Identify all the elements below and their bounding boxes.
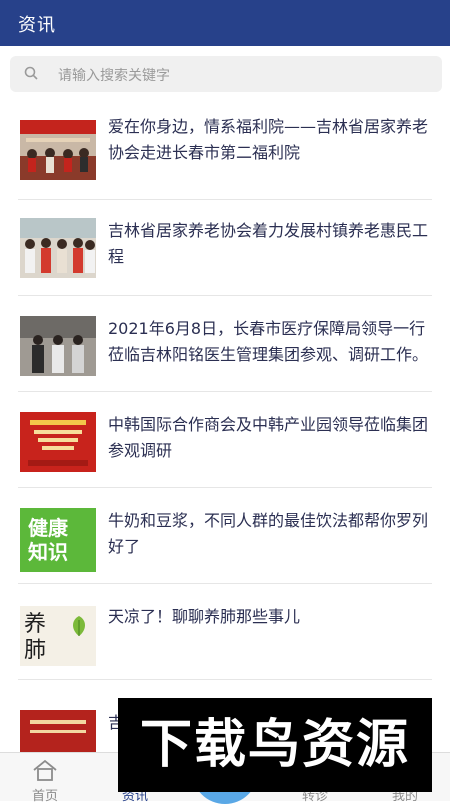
thumbnail-label: 健康知识 [28, 516, 68, 564]
news-title: 吉林省居家养老协会着力发展村镇养老惠民工程 [108, 221, 429, 266]
news-title: 2021年6月8日，长春市医疗保障局领导一行莅临吉林阳铭医生管理集团参观、调研工… [108, 319, 429, 364]
news-thumbnail [20, 218, 96, 278]
news-item[interactable]: 中韩国际合作商会及中韩产业园领导莅临集团参观调研 [0, 392, 450, 488]
news-title: 爱在你身边，情系福利院——吉林省居家养老协会走进长春市第二福利院 [108, 117, 429, 162]
app-header: 资讯 [0, 0, 450, 46]
home-icon [33, 759, 57, 781]
news-item[interactable]: 吉林省居家养老协会着力发展村镇养老惠民工程 [0, 200, 450, 296]
page-title: 资讯 [18, 15, 56, 36]
search-bar[interactable]: 请输入搜索关键字 [10, 56, 442, 92]
news-item[interactable]: 养肺 天凉了！聊聊养肺那些事儿 [0, 584, 450, 680]
tab-home[interactable]: 首页 [0, 753, 90, 804]
search-input[interactable]: 请输入搜索关键字 [58, 65, 170, 85]
news-thumbnail [20, 120, 96, 180]
news-item[interactable]: 2021年6月8日，长春市医疗保障局领导一行莅临吉林阳铭医生管理集团参观、调研工… [0, 296, 450, 392]
news-title: 牛奶和豆浆，不同人群的最佳饮法都帮你罗列好了 [108, 511, 429, 556]
news-title: 中韩国际合作商会及中韩产业园领导莅临集团参观调研 [108, 415, 429, 460]
news-thumbnail [20, 316, 96, 376]
tab-label: 首页 [31, 789, 58, 804]
news-item[interactable]: 健康知识 牛奶和豆浆，不同人群的最佳饮法都帮你罗列好了 [0, 488, 450, 584]
leaf-icon [73, 616, 85, 636]
search-icon [24, 66, 38, 80]
news-item[interactable]: 爱在你身边，情系福利院——吉林省居家养老协会走进长春市第二福利院 [0, 104, 450, 200]
health-knowledge-thumbnail: 健康知识 [20, 508, 96, 572]
news-title: 天凉了！聊聊养肺那些事儿 [108, 607, 301, 626]
yangfei-thumbnail: 养肺 [20, 606, 96, 666]
thumbnail-label: 养肺 [24, 612, 47, 663]
watermark-banner: 下载鸟资源 [118, 698, 432, 792]
news-thumbnail [20, 412, 96, 472]
